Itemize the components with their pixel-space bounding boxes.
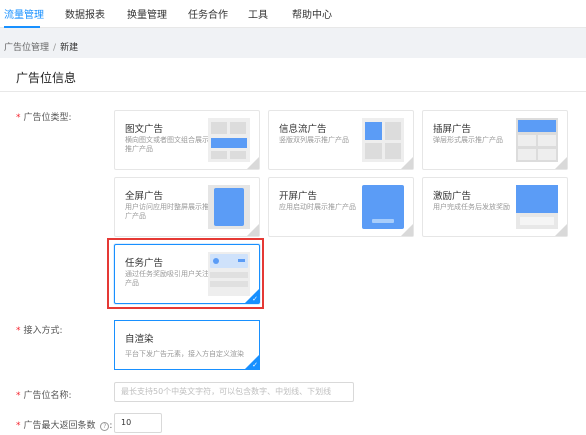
required-mark: * <box>16 326 21 336</box>
check-icon: ✓ <box>252 361 258 369</box>
access-method-label: * 接入方式: <box>16 323 63 336</box>
card-title: 信息流广告 <box>279 124 327 135</box>
breadcrumb: 广告位管理 / 新建 <box>4 40 78 53</box>
card-corner <box>401 157 413 169</box>
ad-type-card-reward[interactable]: 激励广告 用户完成任务后发放奖励 <box>422 177 568 237</box>
card-desc: 应用启动时展示推广产品 <box>279 203 356 211</box>
breadcrumb-current: 新建 <box>60 43 79 53</box>
access-method-label-text: 接入方式: <box>23 326 63 336</box>
ad-slot-name-input[interactable]: 最长支持50个中英文字符，可以包含数字、中划线、下划线 <box>114 382 354 402</box>
card-corner <box>247 224 259 236</box>
image-text-thumbnail-icon <box>208 118 250 162</box>
ad-type-card-feed[interactable]: 信息流广告 竖版双列展示推广产品 <box>268 110 414 170</box>
card-desc: 弹层形式展示推广产品 <box>433 136 503 144</box>
nav-active-indicator <box>4 26 40 28</box>
ad-slot-name-label: * 广告位名称: <box>16 388 72 401</box>
nav-item-traffic[interactable]: 流量管理 <box>4 6 44 21</box>
ad-type-card-fullscreen[interactable]: 全屏广告 用户访问应用时整屏展示推广产品 <box>114 177 260 237</box>
card-corner <box>247 157 259 169</box>
ad-type-card-splash[interactable]: 开屏广告 应用启动时展示推广产品 <box>268 177 414 237</box>
interstitial-thumbnail-icon <box>516 118 558 162</box>
ad-type-card-image-text[interactable]: 图文广告 横向图文或者图文组合展示推广产品 <box>114 110 260 170</box>
panel-header: 广告位信息 <box>0 58 586 92</box>
splash-thumbnail-icon <box>362 185 404 229</box>
required-mark: * <box>16 113 21 123</box>
required-mark: * <box>16 421 21 431</box>
nav-item-tools[interactable]: 工具 <box>248 6 268 21</box>
card-desc: 用户访问应用时整屏展示推广产品 <box>125 203 209 220</box>
ad-type-card-interstitial[interactable]: 插屏广告 弹层形式展示推广产品 <box>422 110 568 170</box>
access-card-desc: 平台下发广告元素，接入方自定义渲染 <box>125 350 244 358</box>
card-desc: 用户完成任务后发放奖励 <box>433 203 510 211</box>
ad-type-card-task[interactable]: 任务广告 通过任务奖励吸引用户关注产品 ✓ <box>114 244 260 304</box>
max-count-label: * 广告最大返回条数 ?: <box>16 418 112 431</box>
reward-thumbnail-icon <box>516 185 558 229</box>
card-title: 全屏广告 <box>125 191 164 202</box>
task-thumbnail-icon <box>208 252 250 296</box>
nav-item-reports[interactable]: 数据报表 <box>65 6 105 21</box>
card-corner <box>401 224 413 236</box>
access-card-title: 自渲染 <box>125 334 154 345</box>
feed-thumbnail-icon <box>362 118 404 162</box>
card-title: 图文广告 <box>125 124 164 135</box>
check-icon: ✓ <box>252 295 258 303</box>
card-desc: 竖版双列展示推广产品 <box>279 136 349 144</box>
page-title: 广告位信息 <box>16 71 77 85</box>
card-title: 激励广告 <box>433 191 472 202</box>
breadcrumb-parent[interactable]: 广告位管理 <box>4 43 49 53</box>
ad-slot-name-label-text: 广告位名称: <box>23 391 72 401</box>
fullscreen-thumbnail-icon <box>208 185 250 229</box>
card-desc: 通过任务奖励吸引用户关注产品 <box>125 270 209 287</box>
access-card-self-render[interactable]: 自渲染 平台下发广告元素，接入方自定义渲染 ✓ <box>114 320 260 370</box>
max-count-label-text: 广告最大返回条数 <box>23 421 96 431</box>
card-desc: 横向图文或者图文组合展示推广产品 <box>125 136 209 153</box>
required-mark: * <box>16 391 21 401</box>
card-title: 插屏广告 <box>433 124 472 135</box>
nav-item-help[interactable]: 帮助中心 <box>292 6 332 21</box>
max-count-label-colon: : <box>109 421 113 431</box>
ad-type-label: * 广告位类型: <box>16 110 72 123</box>
nav-item-tasks[interactable]: 任务合作 <box>188 6 228 21</box>
card-corner <box>555 224 567 236</box>
top-nav: 流量管理 数据报表 换量管理 任务合作 工具 帮助中心 <box>0 0 586 28</box>
nav-item-exchange[interactable]: 换量管理 <box>127 6 167 21</box>
card-title: 任务广告 <box>125 258 164 269</box>
breadcrumb-separator: / <box>53 43 57 53</box>
max-count-input[interactable]: 10 <box>114 413 162 433</box>
ad-type-label-text: 广告位类型: <box>23 113 72 123</box>
card-corner <box>555 157 567 169</box>
card-title: 开屏广告 <box>279 191 318 202</box>
